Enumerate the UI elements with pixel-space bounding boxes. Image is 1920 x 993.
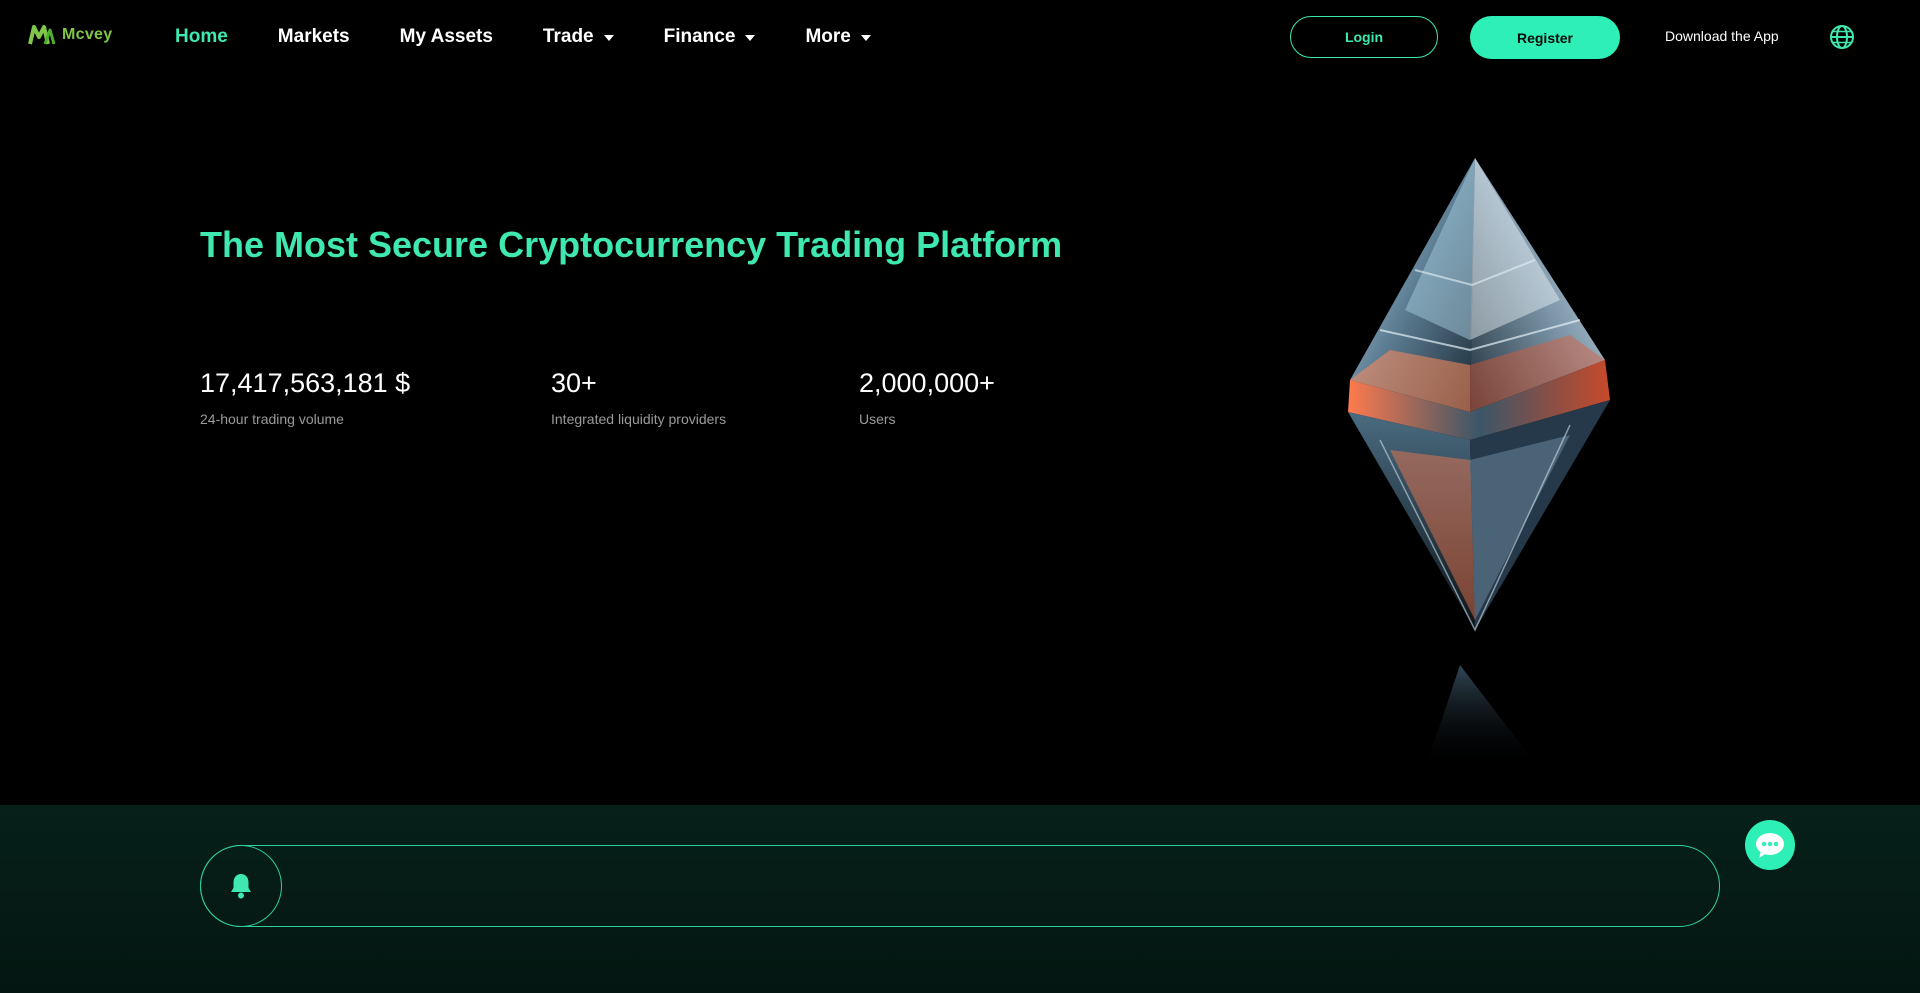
brand-name: Mcvey (62, 26, 113, 43)
nav-my-assets-label: My Assets (399, 26, 493, 47)
nav-finance-label: Finance (663, 26, 736, 47)
stat-value: 17,417,563,181 $ (200, 368, 411, 398)
nav-markets[interactable]: Markets (278, 26, 350, 48)
chat-bubble-icon (1756, 833, 1784, 858)
bell-icon (231, 874, 251, 899)
nav-home-label: Home (175, 26, 228, 47)
m-logo-icon (28, 25, 56, 45)
register-button[interactable]: Register (1470, 16, 1620, 59)
download-app-link[interactable]: Download the App (1665, 28, 1779, 44)
chevron-down-icon (745, 35, 756, 41)
nav-finance[interactable]: Finance (664, 26, 756, 48)
chevron-down-icon (860, 35, 871, 41)
nav-home[interactable]: Home (175, 26, 228, 48)
nav-trade[interactable]: Trade (543, 26, 614, 48)
nav-more-label: More (805, 26, 851, 47)
top-navbar: Mcvey Home Markets My Assets Trade Finan… (0, 0, 1920, 74)
stat-liquidity-providers: 30+ Integrated liquidity providers (551, 368, 726, 427)
nav-trade-label: Trade (542, 26, 594, 47)
nav-markets-label: Markets (277, 26, 350, 47)
stat-value: 30+ (551, 368, 597, 398)
chat-button[interactable] (1745, 820, 1795, 870)
nav-more[interactable]: More (805, 26, 871, 48)
stat-label: 24-hour trading volume (200, 411, 344, 427)
globe-icon[interactable] (1829, 24, 1855, 50)
stat-users: 2,000,000+ Users (859, 368, 995, 427)
stat-trading-volume: 17,417,563,181 $ 24-hour trading volume (200, 368, 410, 427)
stat-label: Users (859, 411, 896, 427)
announcement-ticker[interactable] (200, 845, 1720, 927)
chevron-down-icon (603, 35, 614, 41)
nav-my-assets[interactable]: My Assets (400, 26, 493, 48)
stat-label: Integrated liquidity providers (551, 411, 727, 427)
stat-value: 2,000,000+ (859, 368, 995, 398)
brand-logo[interactable]: Mcvey (28, 24, 112, 46)
crystal-diamond-icon (1348, 158, 1610, 770)
hero-title: The Most Secure Cryptocurrency Trading P… (200, 224, 1063, 265)
login-button[interactable]: Login (1290, 16, 1438, 58)
main-nav: Home Markets My Assets Trade Finance Mor… (175, 0, 921, 74)
announcement-bell-button[interactable] (200, 845, 282, 927)
